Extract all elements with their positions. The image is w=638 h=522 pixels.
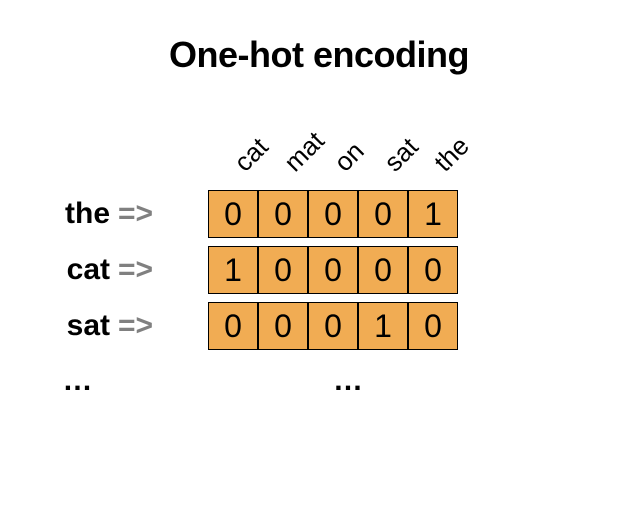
word-label: the: [0, 197, 118, 231]
vector-cell: 1: [408, 190, 458, 238]
column-header-label: cat: [228, 132, 274, 178]
vector-cell: 0: [208, 302, 258, 350]
vector-cells: 0 0 0 1 0: [208, 302, 458, 350]
vector-cells: 0 0 0 0 1: [208, 190, 458, 238]
column-header: the: [425, 134, 475, 184]
vector-cell: 0: [408, 246, 458, 294]
vector-cell: 0: [258, 190, 308, 238]
vector-cell: 0: [208, 190, 258, 238]
column-header: sat: [375, 134, 425, 184]
vector-cell: 1: [358, 302, 408, 350]
column-header: mat: [275, 134, 325, 184]
vector-cell: 0: [308, 190, 358, 238]
column-header: on: [325, 134, 375, 184]
vector-cell: 0: [408, 302, 458, 350]
vector-cell: 0: [258, 302, 308, 350]
column-header-label: sat: [378, 132, 424, 178]
arrow-icon: =>: [118, 253, 208, 287]
encoding-rows: the => 0 0 0 0 1 cat => 1 0 0 0 0 sat =>: [0, 189, 473, 401]
arrow-icon: =>: [118, 197, 208, 231]
column-header-label: the: [428, 131, 475, 178]
arrow-icon: =>: [118, 309, 208, 343]
word-label: cat: [0, 253, 118, 287]
vector-cell: 1: [208, 246, 258, 294]
diagram-title: One-hot encoding: [0, 0, 638, 76]
word-label: sat: [0, 309, 118, 343]
column-header-label: on: [328, 136, 370, 178]
vector-cell: 0: [308, 246, 358, 294]
encoding-row: the => 0 0 0 0 1: [0, 189, 473, 239]
encoding-row: cat => 1 0 0 0 0: [0, 245, 473, 295]
ellipsis-icon: …: [0, 364, 135, 398]
encoding-row: sat => 0 0 0 1 0: [0, 301, 473, 351]
vector-cell: 0: [308, 302, 358, 350]
ellipsis-row: … …: [0, 361, 473, 401]
ellipsis-icon: …: [223, 364, 473, 398]
vector-cell: 0: [358, 190, 408, 238]
column-header-label: mat: [278, 125, 331, 178]
vector-cell: 0: [358, 246, 408, 294]
column-header: cat: [225, 134, 275, 184]
vector-cells: 1 0 0 0 0: [208, 246, 458, 294]
vector-cell: 0: [258, 246, 308, 294]
column-headers: cat mat on sat the: [225, 134, 475, 184]
